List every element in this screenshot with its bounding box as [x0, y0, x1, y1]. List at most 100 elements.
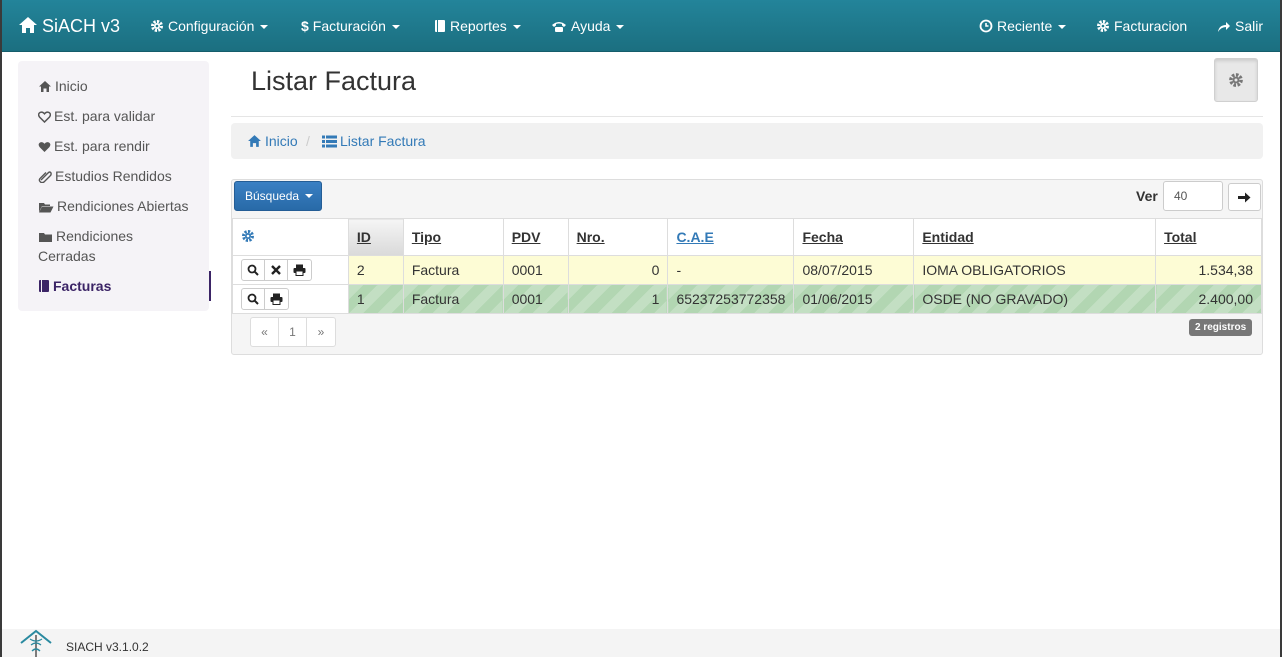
sidebar-item-est-rendir[interactable]: Est. para rendir — [38, 136, 150, 156]
menu-ayuda-label: Ayuda — [571, 18, 611, 34]
column-header-pdv[interactable]: PDV — [502, 218, 569, 256]
cell-tipo: Factura — [402, 284, 504, 314]
caduceus-logo-icon — [20, 629, 52, 657]
sidebar-item-est-validar[interactable]: Est. para validar — [37, 106, 155, 126]
paperclip-icon — [38, 171, 52, 184]
record-count-badge: 2 registros — [1189, 319, 1253, 336]
breadcrumb-inicio[interactable]: Inicio — [247, 133, 298, 149]
view-button[interactable] — [242, 260, 265, 280]
breadcrumb-listar-factura[interactable]: Listar Factura — [322, 133, 426, 149]
invoice-table: ID Tipo PDV Nro. C.A.E Fecha Entidad Tot… — [232, 218, 1262, 314]
view-button[interactable] — [242, 289, 265, 309]
cell-cae: - — [667, 255, 795, 285]
cell-nro: 0 — [567, 255, 669, 285]
cell-entidad: OSDE (NO GRAVADO) — [913, 284, 1157, 314]
home-icon — [19, 17, 37, 33]
cell-pdv: 0001 — [502, 284, 569, 314]
print-icon — [293, 264, 306, 276]
cell-total: 2.400,00 — [1155, 284, 1262, 314]
search-icon — [247, 293, 259, 305]
pagination-next[interactable]: » — [307, 318, 335, 346]
phone-icon — [552, 22, 566, 32]
page-size-input[interactable] — [1163, 181, 1223, 211]
folder-icon — [39, 233, 52, 242]
clock-icon — [979, 19, 993, 33]
logout-link[interactable]: Salir — [1217, 0, 1263, 52]
sidebar-active-indicator — [209, 271, 211, 301]
menu-reportes[interactable]: Reportes — [434, 0, 521, 52]
search-icon — [247, 264, 259, 276]
gear-icon — [1097, 20, 1109, 32]
top-navbar: SiACH v3 Configuración $ Facturación Repo… — [2, 0, 1280, 52]
arrow-right-icon — [1238, 192, 1251, 202]
search-button-label: Búsqueda — [245, 189, 300, 203]
menu-facturacion-user[interactable]: Facturacion — [1096, 0, 1187, 52]
menu-facturacion-label: Facturación — [312, 18, 386, 34]
sidebar: Inicio Est. para validar Est. para rendi… — [18, 61, 211, 311]
results-panel: Búsqueda Ver ID Tipo PDV Nro. C.A.E Fech… — [231, 179, 1263, 355]
search-dropdown-button[interactable]: Búsqueda — [234, 181, 322, 211]
share-icon — [1218, 22, 1230, 32]
column-header-cae[interactable]: C.A.E — [667, 218, 795, 256]
column-header-id[interactable]: ID — [347, 218, 404, 256]
pagination-page[interactable]: 1 — [279, 318, 307, 346]
column-header-total[interactable]: Total — [1155, 218, 1262, 256]
brand-link[interactable]: SiACH v3 — [18, 0, 120, 52]
pagination-prev[interactable]: « — [251, 318, 279, 346]
footer: SIACH v3.1.0.2 — [2, 629, 1280, 657]
title-divider — [231, 116, 1263, 117]
sidebar-item-inicio[interactable]: Inicio — [38, 76, 88, 96]
settings-button[interactable] — [1214, 58, 1258, 102]
chevron-down-icon — [260, 25, 269, 29]
menu-reciente[interactable]: Reciente — [979, 0, 1067, 52]
apply-page-size-button[interactable] — [1228, 183, 1261, 211]
page-title: Listar Factura — [251, 66, 417, 96]
pagination: « 1 » — [250, 317, 336, 347]
menu-reciente-label: Reciente — [997, 18, 1053, 34]
page-size-label: Ver — [1136, 188, 1158, 204]
column-header-tipo[interactable]: Tipo — [402, 218, 504, 256]
column-header-fecha[interactable]: Fecha — [793, 218, 915, 256]
table-row: 1 Factura 0001 1 65237253772358 01/06/20… — [232, 284, 1262, 314]
sidebar-item-estudios-rendidos[interactable]: Estudios Rendidos — [38, 166, 172, 186]
menu-facturacion-user-label: Facturacion — [1114, 18, 1188, 34]
home-icon — [39, 81, 51, 92]
row-actions — [232, 284, 349, 314]
chevron-down-icon — [305, 194, 314, 198]
menu-facturacion[interactable]: $ Facturación — [301, 0, 400, 52]
table-header-row: ID Tipo PDV Nro. C.A.E Fecha Entidad Tot… — [232, 218, 1262, 256]
menu-ayuda[interactable]: Ayuda — [551, 0, 625, 52]
book-icon — [435, 20, 445, 32]
sidebar-item-label: Rendiciones — [56, 228, 134, 244]
cell-id: 1 — [347, 284, 404, 314]
logout-label: Salir — [1235, 18, 1264, 34]
sidebar-item-rendiciones-abiertas[interactable]: Rendiciones Abiertas — [38, 196, 189, 216]
table-row: 2 Factura 0001 0 - 08/07/2015 IOMA OBLIG… — [232, 255, 1262, 285]
footer-version: SIACH v3.1.0.2 — [66, 640, 149, 654]
sidebar-item-rendiciones-cerradas[interactable]: Rendiciones Cerradas — [38, 226, 133, 266]
column-header-nro[interactable]: Nro. — [567, 218, 669, 256]
heart-icon — [38, 142, 51, 152]
gear-icon — [242, 229, 254, 242]
list-icon — [322, 135, 337, 148]
folder-open-icon — [39, 203, 54, 213]
print-icon — [270, 293, 283, 305]
heart-outline-icon — [37, 111, 52, 124]
cell-cae: 65237253772358 — [667, 284, 795, 314]
chevron-down-icon — [512, 25, 521, 29]
menu-configuracion[interactable]: Configuración — [150, 0, 269, 52]
breadcrumb-separator: / — [306, 133, 310, 149]
row-action-group — [241, 288, 289, 310]
cell-total: 1.534,38 — [1155, 255, 1262, 285]
column-settings-header[interactable] — [232, 218, 349, 256]
print-button[interactable] — [288, 260, 311, 280]
print-button[interactable] — [265, 289, 288, 309]
cell-fecha: 08/07/2015 — [793, 255, 915, 285]
column-header-entidad[interactable]: Entidad — [913, 218, 1157, 256]
breadcrumb: Inicio / Listar Factura — [231, 123, 1263, 159]
gear-icon — [1229, 73, 1243, 87]
delete-button[interactable] — [265, 260, 288, 280]
sidebar-item-label: Est. para rendir — [54, 138, 150, 154]
sidebar-item-facturas[interactable]: Facturas — [38, 276, 111, 296]
dollar-icon: $ — [301, 18, 309, 34]
